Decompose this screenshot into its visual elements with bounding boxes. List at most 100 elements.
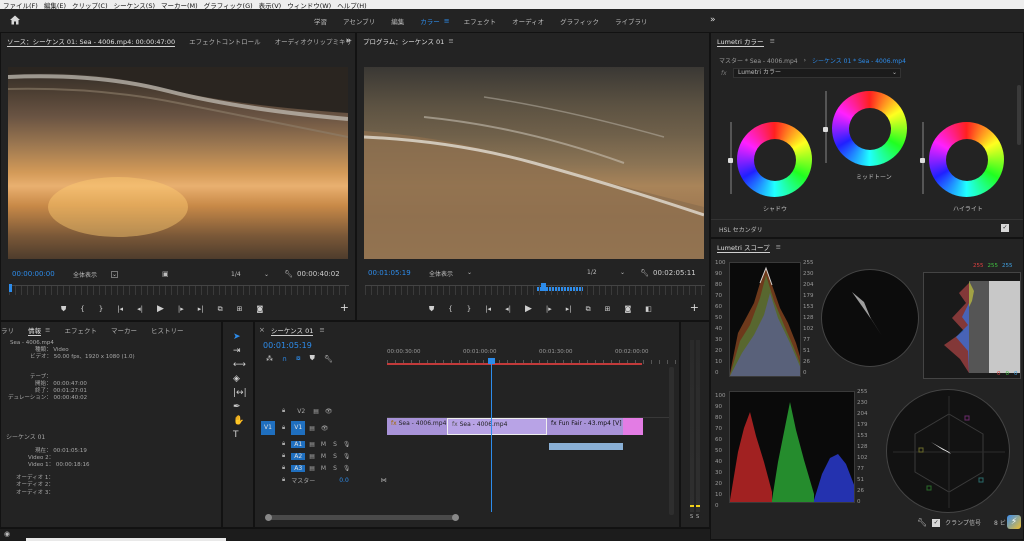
nest-icon[interactable]: ⁂ bbox=[266, 355, 273, 363]
program-wrench-icon[interactable]: 🔧︎ bbox=[640, 269, 649, 277]
wrench-icon[interactable]: 🔧︎ bbox=[284, 270, 293, 278]
highlight-color-wheel[interactable] bbox=[929, 122, 1004, 197]
close-sequence-icon[interactable]: × bbox=[259, 326, 265, 334]
compare-icon[interactable]: ◧ bbox=[645, 305, 652, 313]
track-label-a1[interactable]: A1 bbox=[291, 440, 306, 448]
fx-dropdown[interactable]: Lumetri カラー ⌄ bbox=[733, 68, 901, 78]
snap-icon[interactable]: ∩ bbox=[282, 355, 287, 363]
program-go-to-out-icon[interactable]: ▸| bbox=[566, 305, 572, 313]
camera-icon[interactable]: ◙ bbox=[256, 305, 263, 313]
play-icon[interactable]: ▶ bbox=[157, 304, 164, 314]
hsl-secondary-label[interactable]: HSL セカンダリ bbox=[719, 225, 763, 234]
add-button-icon[interactable]: + bbox=[340, 301, 349, 314]
track-label-v2[interactable]: V2 bbox=[293, 408, 309, 415]
program-camera-icon[interactable]: ◙ bbox=[624, 305, 631, 313]
source-timecode[interactable]: 00:00:00:00 bbox=[12, 270, 55, 278]
shadow-slider[interactable] bbox=[728, 122, 733, 194]
go-to-out-icon[interactable]: ▸| bbox=[198, 305, 204, 313]
step-forward-icon[interactable]: |▸ bbox=[178, 305, 184, 313]
highlight-slider-knob[interactable] bbox=[920, 158, 925, 163]
master-end-icon[interactable]: ⋈ bbox=[381, 477, 387, 484]
program-mark-in-icon[interactable]: { bbox=[448, 305, 452, 313]
type-tool-icon[interactable]: T bbox=[233, 430, 247, 440]
shadow-color-wheel[interactable] bbox=[737, 122, 812, 197]
track-select-tool-icon[interactable]: ⇥ bbox=[233, 346, 247, 356]
solo-button[interactable]: S bbox=[333, 453, 337, 460]
midtone-color-wheel[interactable] bbox=[832, 91, 907, 166]
tab-effects[interactable]: エフェクト bbox=[64, 325, 97, 335]
workspace-editing[interactable]: 編集 bbox=[391, 16, 404, 26]
tab-effect-controls[interactable]: エフェクトコントロール bbox=[189, 36, 261, 46]
tab-audio-clip-mixer[interactable]: オーディオクリップミキサ bbox=[275, 36, 352, 46]
mic-icon[interactable]: 🎙︎ bbox=[343, 465, 351, 472]
more-workspaces-icon[interactable]: » bbox=[710, 15, 716, 25]
lock-icon[interactable]: 🔒︎ bbox=[282, 407, 285, 415]
tab-history[interactable]: ヒストリー bbox=[151, 325, 184, 335]
scroll-handle-left[interactable] bbox=[265, 514, 272, 521]
program-ratio-dropdown[interactable]: 1/2 bbox=[587, 269, 597, 276]
lock-icon[interactable]: 🔒︎ bbox=[282, 440, 285, 448]
breadcrumb-master[interactable]: マスター * Sea - 4006.mp4 bbox=[719, 56, 798, 65]
sync-icon[interactable]: ▤ bbox=[309, 453, 315, 460]
mic-icon[interactable]: 🎙︎ bbox=[343, 453, 351, 460]
program-fit-arrow-icon[interactable]: ⌄ bbox=[467, 269, 472, 276]
program-fit-dropdown[interactable]: 全体表示 bbox=[429, 269, 453, 278]
program-ratio-arrow-icon[interactable]: ⌄ bbox=[620, 269, 625, 276]
mark-in-icon[interactable]: { bbox=[80, 305, 84, 313]
workspace-effects[interactable]: エフェクト bbox=[464, 16, 497, 26]
timeline-clip[interactable]: fx Sea - 4006.mp4 bbox=[387, 418, 447, 435]
lock-icon[interactable]: 🔒︎ bbox=[282, 476, 285, 484]
tab-markers[interactable]: マーカー bbox=[111, 325, 137, 335]
tab-libraries[interactable]: ラリ bbox=[1, 325, 14, 335]
lock-icon[interactable]: 🔒︎ bbox=[282, 424, 285, 432]
fit-arrow-icon[interactable]: ⌄ bbox=[111, 270, 118, 278]
pen-tool-icon[interactable]: ✒ bbox=[233, 402, 247, 412]
ripple-edit-tool-icon[interactable]: ⟷ bbox=[233, 360, 247, 370]
razor-tool-icon[interactable]: ◈ bbox=[233, 374, 247, 384]
program-menu-icon[interactable]: ≡ bbox=[448, 37, 453, 45]
program-go-to-in-icon[interactable]: |◂ bbox=[485, 305, 491, 313]
lock-icon[interactable]: 🔒︎ bbox=[282, 452, 285, 460]
slip-tool-icon[interactable]: |↔| bbox=[233, 388, 247, 398]
add-marker-icon[interactable]: ⛊ bbox=[310, 354, 315, 363]
track-label-a2[interactable]: A2 bbox=[291, 452, 306, 460]
solo-button[interactable]: S bbox=[333, 441, 337, 448]
tab-source[interactable]: ソース：シーケンス 01: Sea - 4006.mp4: 00:00:47:0… bbox=[7, 36, 176, 47]
info-menu-icon[interactable]: ≡ bbox=[45, 326, 50, 334]
mic-icon[interactable]: 🎙︎ bbox=[343, 441, 351, 448]
ratio-arrow-icon[interactable]: ⌄ bbox=[264, 271, 269, 278]
mark-out-icon[interactable]: } bbox=[99, 305, 103, 313]
workspace-libraries[interactable]: ライブラリ bbox=[615, 16, 648, 26]
workspace-menu-icon[interactable]: ≡ bbox=[444, 17, 450, 25]
lumetri-color-scrollbar[interactable] bbox=[1017, 85, 1021, 145]
workspace-graphics[interactable]: グラフィック bbox=[560, 16, 599, 26]
solo-right-button[interactable]: S bbox=[696, 514, 699, 520]
midtone-slider[interactable] bbox=[823, 91, 828, 163]
timeline-clip-pink[interactable] bbox=[623, 418, 643, 435]
program-playhead[interactable] bbox=[541, 283, 546, 291]
timeline-playhead[interactable] bbox=[488, 358, 495, 512]
source-patch-v1[interactable]: V1 bbox=[261, 421, 275, 435]
highlight-slider[interactable] bbox=[920, 122, 925, 194]
program-mark-out-icon[interactable]: } bbox=[467, 305, 471, 313]
midtone-slider-knob[interactable] bbox=[823, 127, 828, 132]
go-to-in-icon[interactable]: |◂ bbox=[117, 305, 123, 313]
bit-depth-label[interactable]: 8 ビ bbox=[994, 518, 1006, 527]
source-scrubber[interactable] bbox=[9, 284, 349, 295]
workspace-assembly[interactable]: アセンブリ bbox=[343, 16, 375, 26]
sync-icon[interactable]: ▤ bbox=[313, 408, 319, 415]
program-step-forward-icon[interactable]: |▸ bbox=[546, 305, 552, 313]
timeline-clip[interactable]: fx Sea - 4006.mp4 bbox=[447, 418, 547, 435]
eye-icon[interactable]: 👁︎ bbox=[321, 425, 329, 432]
step-back-icon[interactable]: ◂| bbox=[137, 305, 143, 313]
selection-tool-icon[interactable]: ➤ bbox=[233, 332, 247, 342]
sync-icon[interactable]: ▤ bbox=[309, 465, 315, 472]
timeline-vscroll[interactable] bbox=[669, 367, 674, 515]
scroll-handle-right[interactable] bbox=[452, 514, 459, 521]
solo-button[interactable]: S bbox=[333, 465, 337, 472]
track-label-a3[interactable]: A3 bbox=[291, 464, 306, 472]
timeline-timecode[interactable]: 00:01:05:19 bbox=[263, 341, 312, 350]
tab-lumetri-color[interactable]: Lumetri カラー bbox=[717, 36, 764, 47]
program-step-back-icon[interactable]: ◂| bbox=[505, 305, 511, 313]
tab-sequence[interactable]: シーケンス 01 bbox=[270, 325, 314, 336]
